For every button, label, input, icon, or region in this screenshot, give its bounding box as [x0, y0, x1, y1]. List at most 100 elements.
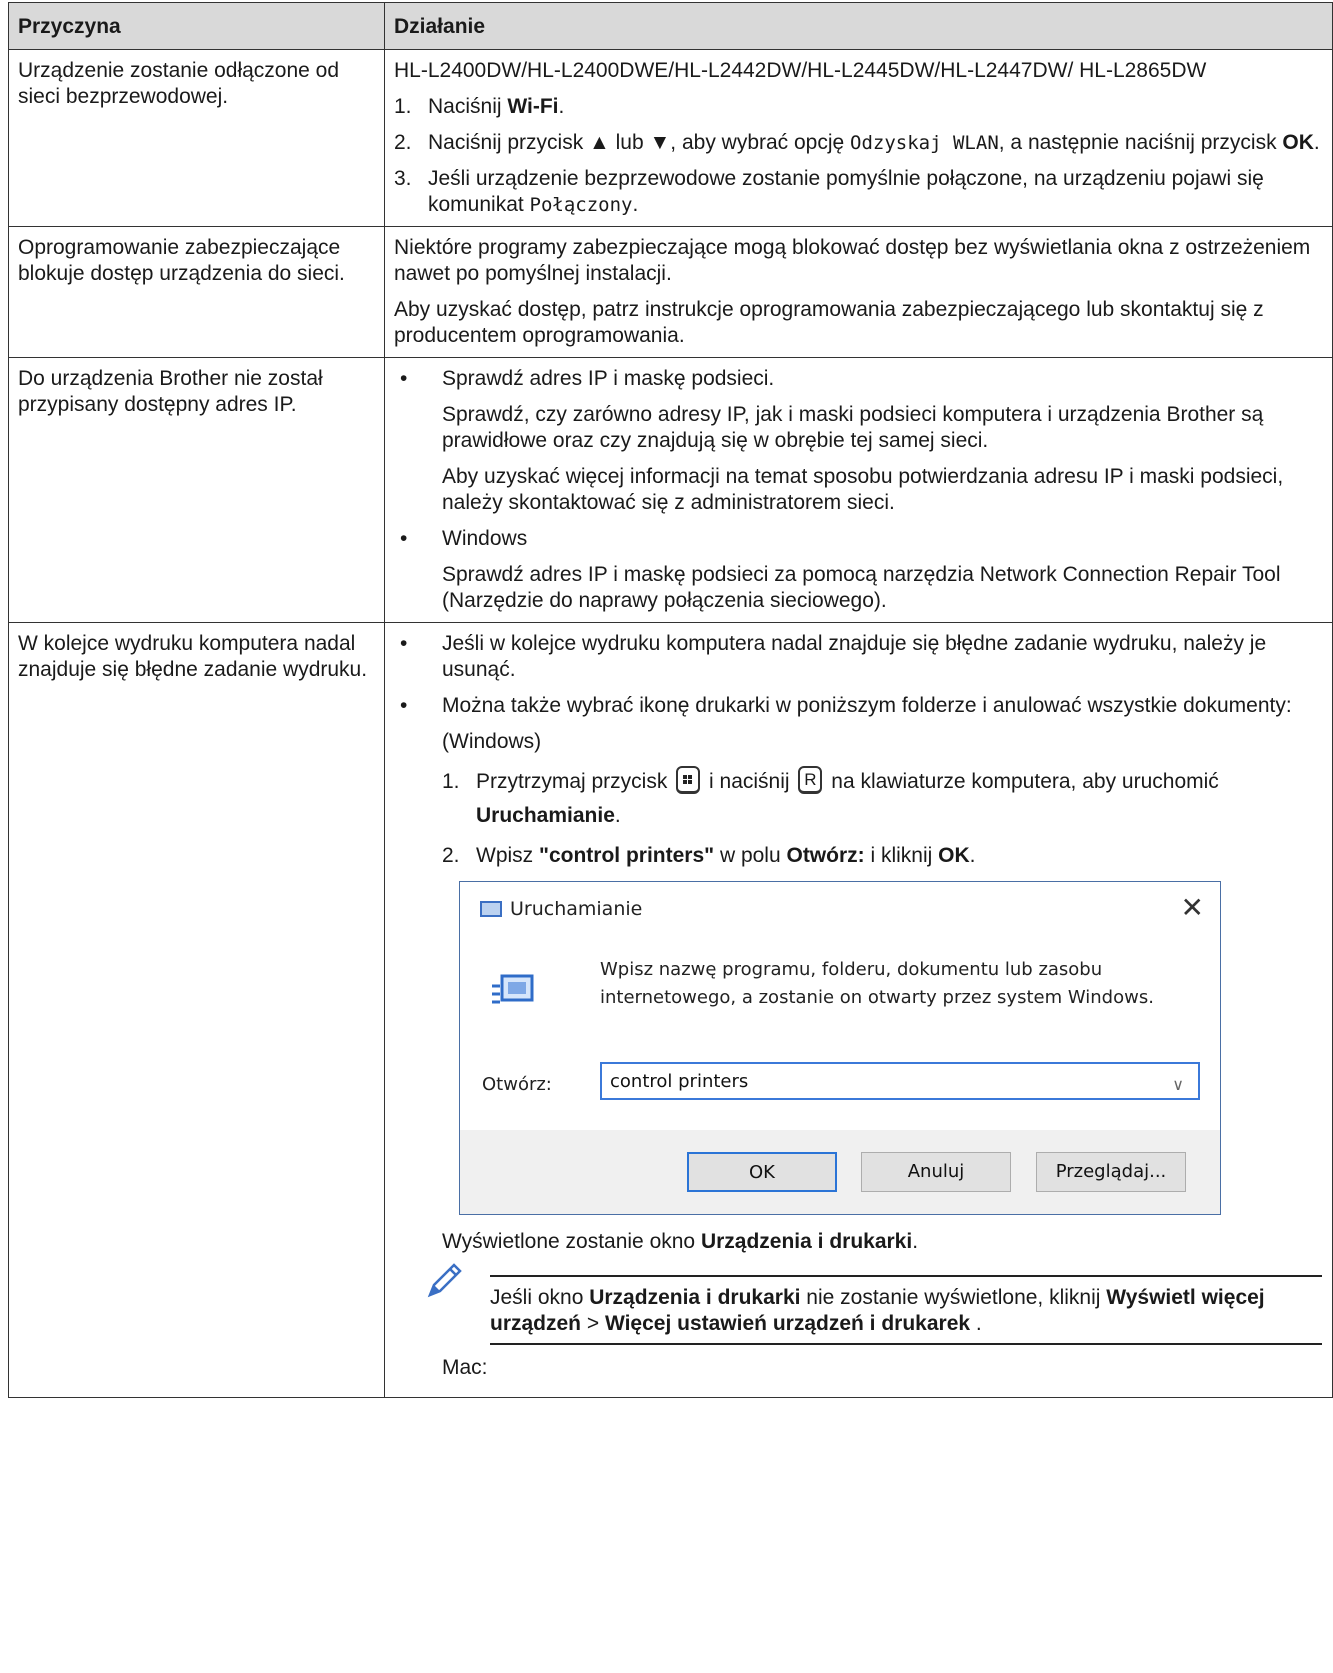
text: .: [970, 1312, 982, 1335]
note-text: Jeśli okno Urządzenia i drukarki nie zos…: [490, 1285, 1322, 1337]
dialog-name: Uruchamianie: [476, 804, 615, 827]
dialog-footer: OK Anuluj Przeglądaj...: [460, 1130, 1220, 1214]
text: >: [581, 1312, 605, 1335]
text: .: [912, 1230, 919, 1253]
bullet-icon: •: [400, 632, 408, 655]
step-text: .: [1313, 131, 1320, 154]
page: Przyczyna Działanie Urządzenie zostanie …: [0, 0, 1333, 1673]
list-item: 1. Naciśnij Wi-Fi.: [394, 94, 1322, 120]
field-name: Otwórz:: [786, 844, 865, 867]
step-number: 2.: [442, 844, 460, 867]
step-text: .: [558, 95, 565, 118]
bullet-icon: •: [400, 527, 408, 550]
step-number: 2.: [394, 131, 412, 154]
menu-option: Odzyskaj WLAN: [850, 132, 999, 154]
input-value: control printers: [610, 1071, 749, 1092]
windows-key-icon: [676, 766, 701, 795]
action-cell: Niektóre programy zabezpieczające mogą b…: [384, 226, 1333, 358]
list-item: 3. Jeśli urządzenie bezprzewodowe zostan…: [394, 166, 1322, 218]
paragraph: Niektóre programy zabezpieczające mogą b…: [394, 236, 1311, 285]
step-text: w polu: [714, 844, 787, 867]
list-item: • Sprawdź adres IP i maskę podsieci.: [394, 366, 1322, 392]
bullet-text: Windows: [442, 527, 528, 550]
menu-path: Więcej ustawień urządzeń i drukarek: [604, 1312, 971, 1335]
step-text: .: [614, 804, 621, 827]
r-key-icon: R: [798, 766, 823, 795]
step-number: 1.: [394, 95, 412, 118]
table-row: W kolejce wydruku komputera nadal znajdu…: [8, 622, 1333, 1398]
open-label: Otwórz:: [482, 1074, 552, 1095]
note-rule: [490, 1343, 1322, 1345]
dialog-description: Wpisz nazwę programu, folderu, dokumentu…: [600, 959, 1154, 1008]
note-rule: [490, 1275, 1322, 1277]
dialog-title: Uruchamianie: [510, 898, 643, 920]
header-cause: Przyczyna: [8, 2, 385, 50]
cause-cell: Urządzenie zostanie odłączone od sieci b…: [8, 49, 385, 227]
paragraph: Wyświetlone zostanie okno Urządzenia i d…: [394, 1229, 1322, 1255]
step-text: na klawiaturze komputera, aby uruchomić: [831, 770, 1219, 793]
bullet-text: Można także wybrać ikonę drukarki w poni…: [442, 694, 1292, 717]
step-number: 3.: [394, 167, 412, 190]
action-cell: • Sprawdź adres IP i maskę podsieci. Spra…: [384, 357, 1333, 623]
model-list: HL-L2400DW/HL-L2400DWE/HL-L2442DW/HL-L24…: [394, 59, 1207, 82]
paragraph: Sprawdź, czy zarówno adresy IP, jak i ma…: [442, 403, 1264, 452]
table-row: Oprogramowanie zabezpieczające blokuje d…: [8, 226, 1333, 358]
window-name: Urządzenia i drukarki: [589, 1286, 801, 1309]
step-text: i kliknij: [864, 844, 939, 867]
ok-button[interactable]: OK: [687, 1152, 837, 1192]
bullet-text: Sprawdź adres IP i maskę podsieci.: [442, 367, 775, 390]
button-name: OK: [1282, 131, 1314, 154]
text: Wyświetlone zostanie okno: [442, 1230, 701, 1253]
step-text: .: [969, 844, 976, 867]
run-program-icon: [492, 974, 534, 1004]
text: Jeśli okno: [490, 1286, 590, 1309]
step-text: , a następnie naciśnij przycisk: [998, 131, 1283, 154]
open-input[interactable]: control printers ∨: [600, 1062, 1200, 1100]
cancel-button[interactable]: Anuluj: [861, 1152, 1011, 1192]
cause-cell: Do urządzenia Brother nie został przypis…: [8, 357, 385, 623]
list-item: • Windows: [394, 526, 1322, 552]
table-row: Do urządzenia Brother nie został przypis…: [8, 357, 1333, 623]
table-row: Urządzenie zostanie odłączone od sieci b…: [8, 49, 1333, 227]
os-label: Mac:: [442, 1356, 488, 1379]
step-text: .: [632, 193, 639, 216]
dialog-titlebar: Uruchamianie: [460, 882, 1220, 936]
run-icon: [480, 901, 502, 917]
command-text: "control printers": [539, 844, 715, 867]
step-number: 1.: [442, 770, 460, 793]
bullet-icon: •: [400, 367, 408, 390]
text: nie zostanie wyświetlone, kliknij: [800, 1286, 1107, 1309]
cause-cell: W kolejce wydruku komputera nadal znajdu…: [8, 622, 385, 1398]
table-header-row: Przyczyna Działanie: [8, 2, 1333, 50]
step-text: i naciśnij: [709, 770, 790, 793]
list-item: 2. Wpisz "control printers" w polu Otwór…: [442, 843, 1322, 869]
window-name: Urządzenia i drukarki: [700, 1230, 913, 1253]
paragraph: Aby uzyskać dostęp, patrz instrukcje opr…: [394, 298, 1264, 347]
step-text: Przytrzymaj przycisk: [476, 770, 668, 793]
paragraph: Aby uzyskać więcej informacji na temat s…: [442, 465, 1284, 514]
bullet-icon: •: [400, 694, 408, 717]
chevron-down-icon[interactable]: ∨: [1172, 1072, 1184, 1098]
step-text: Wpisz: [476, 844, 539, 867]
cause-cell: Oprogramowanie zabezpieczające blokuje d…: [8, 226, 385, 358]
step-text: Naciśnij: [428, 95, 508, 118]
button-name: Wi-Fi: [507, 95, 559, 118]
header-action: Działanie: [384, 2, 1333, 50]
list-item: • Jeśli w kolejce wydruku komputera nadal…: [394, 631, 1322, 683]
action-cell: • Jeśli w kolejce wydruku komputera nadal…: [384, 622, 1333, 1398]
action-cell: HL-L2400DW/HL-L2400DWE/HL-L2442DW/HL-L24…: [384, 49, 1333, 227]
troubleshooting-table: Przyczyna Działanie Urządzenie zostanie …: [8, 2, 1333, 1398]
list-item: 2. Naciśnij przycisk ▲ lub ▼, aby wybrać…: [394, 130, 1322, 156]
close-icon[interactable]: ✕: [1181, 892, 1204, 924]
note-box: Jeśli okno Urządzenia i drukarki nie zos…: [394, 1263, 1322, 1345]
step-text: Naciśnij przycisk ▲ lub ▼, aby wybrać op…: [428, 131, 851, 154]
bullet-text: Jeśli w kolejce wydruku komputera nadal …: [442, 632, 1267, 681]
list-item: • Można także wybrać ikonę drukarki w pon…: [394, 693, 1322, 719]
os-label: (Windows): [442, 730, 542, 753]
button-name: OK: [938, 844, 970, 867]
pencil-icon: [427, 1263, 462, 1298]
run-dialog: Uruchamianie ✕ Wpisz nazwę programu, fol…: [459, 881, 1221, 1215]
lcd-message: Połączony: [529, 194, 633, 216]
list-item: 1. Przytrzymaj przycisk i naciśnij R na …: [442, 765, 1322, 833]
browse-button[interactable]: Przeglądaj...: [1036, 1152, 1186, 1192]
